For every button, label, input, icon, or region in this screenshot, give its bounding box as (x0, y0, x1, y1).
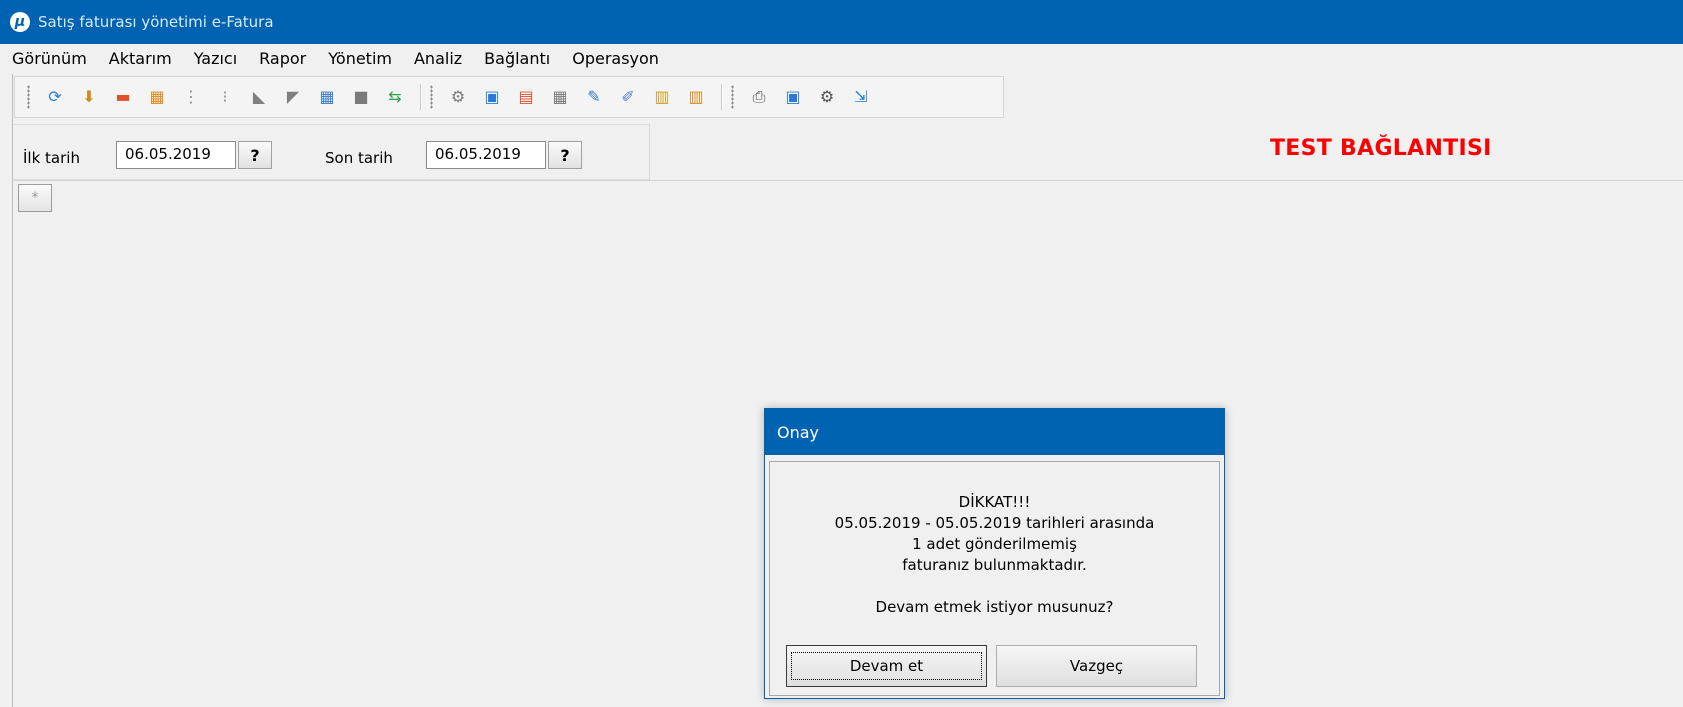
message-line: 1 adet gönderilmemiş (912, 535, 1077, 553)
message-line (770, 576, 1219, 597)
end-date-help-button[interactable]: ? (548, 141, 582, 169)
menu-bar: Görünüm Aktarım Yazıcı Rapor Yönetim Ana… (0, 44, 1683, 74)
app-logo-icon: μ (10, 12, 30, 32)
cancel-button-label: Vazgeç (1069, 657, 1124, 675)
menu-aktarim[interactable]: Aktarım (97, 44, 182, 74)
paste-icon[interactable]: ▥ (684, 85, 708, 109)
confirm-dialog: Onay DİKKAT!!! 05.05.2019 - 05.05.2019 t… (764, 408, 1225, 699)
menu-gorunum[interactable]: Görünüm (0, 44, 97, 74)
square-gray-icon[interactable]: ■ (349, 85, 373, 109)
toolbar-grip (731, 85, 734, 109)
message-line: 05.05.2019 - 05.05.2019 tarihleri arasın… (834, 514, 1155, 532)
attach-icon[interactable]: ✐ (616, 85, 640, 109)
refresh-icon[interactable]: ⟳ (43, 85, 67, 109)
window-titlebar: μ Satış faturası yönetimi e-Fatura (0, 0, 1683, 44)
dialog-title: Onay (765, 409, 1224, 455)
tag-flag-icon[interactable]: ◤ (281, 85, 305, 109)
clipboard-icon[interactable]: ▥ (650, 85, 674, 109)
edit-icon[interactable]: ✎ (582, 85, 606, 109)
divider (12, 180, 1683, 181)
message-line: faturanız bulunmaktadır. (902, 556, 1087, 574)
dialog-body: DİKKAT!!! 05.05.2019 - 05.05.2019 tarihl… (769, 461, 1220, 696)
toolbar: ⟳ ⬇ ▬ ▦ ⋮ ⁝ ◣ ◤ ▦ ■ ⇆ ⚙ ▣ ▤ ▦ ✎ ✐ ▥ ▥ ⎙ ▣ ⚙ ⇲ (14, 76, 1004, 118)
end-date-input[interactable]: 06.05.2019 (426, 141, 546, 169)
menu-baglanti[interactable]: Bağlantı (472, 44, 560, 74)
export-icon[interactable]: ⇲ (849, 85, 873, 109)
print-preview-icon[interactable]: ▣ (781, 85, 805, 109)
menu-operasyon[interactable]: Operasyon (560, 44, 669, 74)
toolbar-separator (721, 84, 723, 110)
print-settings-icon[interactable]: ⚙ (815, 85, 839, 109)
toolbar-grip (27, 85, 30, 109)
dialog-message: DİKKAT!!! 05.05.2019 - 05.05.2019 tarihl… (770, 462, 1219, 618)
start-date-label: İlk tarih (23, 149, 80, 167)
tree-small-icon[interactable]: ⁝ (213, 85, 237, 109)
tag-icon[interactable]: ◣ (247, 85, 271, 109)
calendar-icon[interactable]: ▤ (514, 85, 538, 109)
end-date-label: Son tarih (325, 149, 393, 167)
menu-yonetim[interactable]: Yönetim (316, 44, 402, 74)
menu-yazici[interactable]: Yazıcı (182, 44, 247, 74)
grid-orange-icon[interactable]: ▦ (145, 85, 169, 109)
toolbar-grip (430, 85, 433, 109)
continue-button[interactable]: Devam et (786, 645, 987, 687)
swap-icon[interactable]: ⇆ (383, 85, 407, 109)
star-button[interactable]: * (18, 184, 52, 212)
grid-check-icon[interactable]: ▦ (315, 85, 339, 109)
window-search-icon[interactable]: ▣ (480, 85, 504, 109)
panel-border (12, 74, 13, 707)
menu-rapor[interactable]: Rapor (247, 44, 316, 74)
printer-icon[interactable]: ⎙ (747, 85, 771, 109)
message-line: DİKKAT!!! (958, 493, 1031, 511)
date-filter-panel: İlk tarih 06.05.2019 ? Son tarih 06.05.2… (14, 124, 650, 180)
start-date-input[interactable]: 06.05.2019 (116, 141, 236, 169)
cancel-button[interactable]: Vazgeç (996, 645, 1197, 687)
message-line: Devam etmek istiyor musunuz? (875, 598, 1114, 616)
table-icon[interactable]: ▦ (548, 85, 572, 109)
tree-icon[interactable]: ⋮ (179, 85, 203, 109)
settings-search-icon[interactable]: ⚙ (446, 85, 470, 109)
toolbar-separator (420, 84, 422, 110)
download-add-icon[interactable]: ⬇ (77, 85, 101, 109)
test-connection-banner: TEST BAĞLANTISI (1270, 136, 1492, 161)
continue-button-label: Devam et (790, 652, 983, 680)
window-title: Satış faturası yönetimi e-Fatura (38, 13, 274, 31)
card-icon[interactable]: ▬ (111, 85, 135, 109)
start-date-help-button[interactable]: ? (238, 141, 272, 169)
menu-analiz[interactable]: Analiz (402, 44, 472, 74)
